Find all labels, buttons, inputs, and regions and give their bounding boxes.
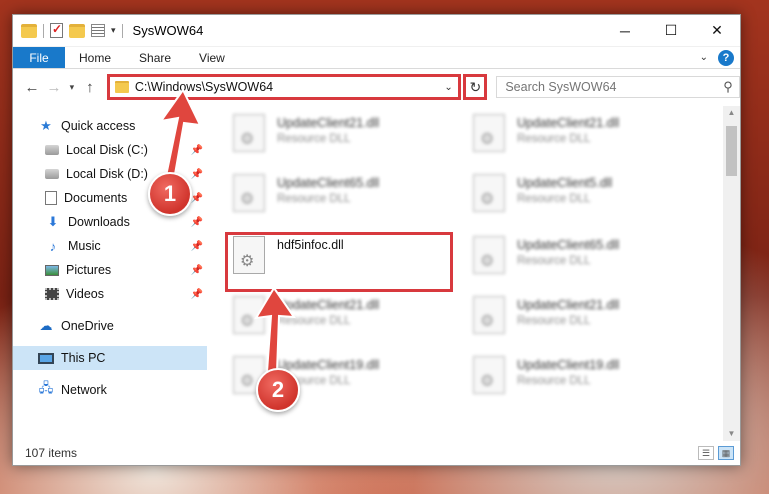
step-1-badge: 1 bbox=[148, 172, 192, 216]
step-2-badge: 2 bbox=[256, 368, 300, 412]
annotation-arrow-2 bbox=[254, 286, 296, 373]
annotation-arrows bbox=[158, 88, 296, 373]
annotation-arrow-1 bbox=[158, 88, 202, 182]
